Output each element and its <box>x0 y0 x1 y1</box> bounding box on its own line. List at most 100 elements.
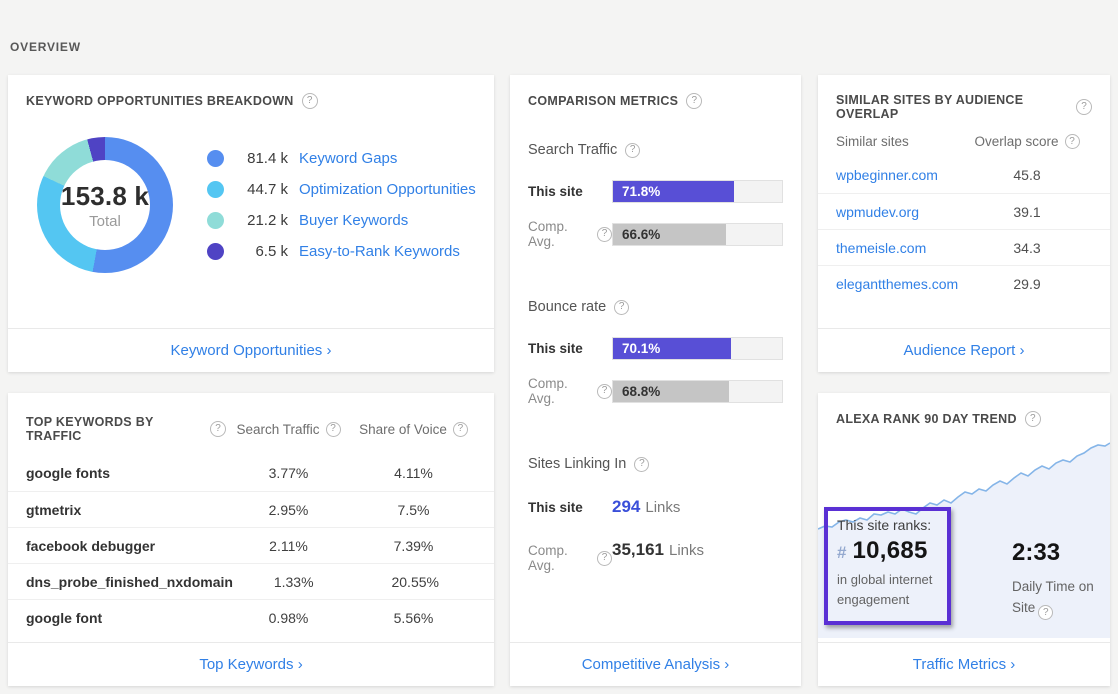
card-title: ALEXA RANK 90 DAY TREND <box>836 412 1017 426</box>
this-site-bar: 70.1% <box>613 338 731 359</box>
help-icon[interactable]: ? <box>1065 134 1080 149</box>
this-site-bar: 71.8% <box>613 181 734 202</box>
bar-row-this-site: This site 71.8% <box>510 180 801 203</box>
keyword-opportunities-link[interactable]: Keyword Opportunities › <box>171 342 332 359</box>
links-row-label: Comp. Avg. ? <box>528 543 612 573</box>
legend-value: 6.5 k <box>238 243 288 260</box>
this-site-links-value[interactable]: 294 <box>612 497 640 517</box>
keyword-name: dns_probe_finished_nxdomain <box>26 574 233 590</box>
metric-label-sites-linking-in: Sites Linking In ? <box>510 456 801 472</box>
comp-avg-links-value: 35,161 <box>612 540 664 560</box>
column-header-overlap-score: Overlap score ? <box>962 134 1092 149</box>
overlap-score: 29.9 <box>962 276 1092 292</box>
help-icon[interactable]: ? <box>634 457 649 472</box>
legend-dot-icon <box>207 181 224 198</box>
help-icon[interactable]: ? <box>326 422 341 437</box>
help-icon[interactable]: ? <box>686 93 702 109</box>
bar-track: 71.8% <box>612 180 783 203</box>
help-icon[interactable]: ? <box>597 384 612 399</box>
rank-label: This site ranks: <box>837 517 938 533</box>
donut-total-value: 153.8 k <box>61 181 149 212</box>
table-row: google font 0.98% 5.56% <box>8 599 494 635</box>
share-of-voice-value: 4.11% <box>351 465 476 481</box>
donut-total-label: Total <box>89 213 121 230</box>
help-icon[interactable]: ? <box>453 422 468 437</box>
links-row-this-site: This site 294 Links <box>510 497 801 517</box>
table-row: google fonts 3.77% 4.11% <box>8 455 494 491</box>
legend-value: 21.2 k <box>238 212 288 229</box>
comparison-metrics-card: COMPARISON METRICS ? Search Traffic ? Th… <box>510 75 801 686</box>
table-row: themeisle.com 34.3 <box>818 229 1110 265</box>
donut-legend: 81.4 k Keyword Gaps 44.7 k Optimization … <box>207 150 476 273</box>
rank-subtext: in global internet engagement <box>837 570 938 610</box>
share-of-voice-value: 7.5% <box>351 502 476 518</box>
legend-dot-icon <box>207 150 224 167</box>
daily-time-block: 2:33 Daily Time on Site? <box>1012 539 1117 620</box>
table-row: wpmudev.org 39.1 <box>818 193 1110 229</box>
competitive-analysis-link[interactable]: Competitive Analysis › <box>582 656 730 673</box>
card-title: SIMILAR SITES BY AUDIENCE OVERLAP <box>836 93 1068 121</box>
table-row: gtmetrix 2.95% 7.5% <box>8 491 494 527</box>
daily-time-label: Daily Time on Site? <box>1012 577 1117 620</box>
daily-time-value: 2:33 <box>1012 539 1117 567</box>
bar-row-label: Comp. Avg. ? <box>528 219 612 249</box>
comp-avg-bar: 66.6% <box>613 224 726 245</box>
alexa-rank-card: ALEXA RANK 90 DAY TREND ? This site rank… <box>818 393 1110 686</box>
help-icon[interactable]: ? <box>302 93 318 109</box>
legend-link-buyer-keywords[interactable]: Buyer Keywords <box>299 212 408 229</box>
traffic-metrics-link[interactable]: Traffic Metrics › <box>913 656 1016 673</box>
help-icon[interactable]: ? <box>210 421 226 437</box>
top-keywords-card: TOP KEYWORDS BY TRAFFIC ? Search Traffic… <box>8 393 494 686</box>
site-link[interactable]: elegantthemes.com <box>836 276 962 292</box>
top-keywords-link[interactable]: Top Keywords › <box>199 656 302 673</box>
legend-item: 21.2 k Buyer Keywords <box>207 212 476 229</box>
audience-report-link[interactable]: Audience Report › <box>904 342 1025 359</box>
site-link[interactable]: wpbeginner.com <box>836 167 962 183</box>
donut-center: 153.8 k Total <box>60 160 150 250</box>
links-row-label: This site <box>528 500 612 515</box>
card-title: COMPARISON METRICS <box>528 94 678 108</box>
card-title: TOP KEYWORDS BY TRAFFIC <box>26 415 202 443</box>
table-row: elegantthemes.com 29.9 <box>818 265 1110 301</box>
overlap-score: 39.1 <box>962 204 1092 220</box>
help-icon[interactable]: ? <box>625 143 640 158</box>
legend-link-keyword-gaps[interactable]: Keyword Gaps <box>299 150 397 167</box>
column-header-share-of-voice: Share of Voice ? <box>351 422 476 437</box>
search-traffic-value: 1.33% <box>233 574 355 590</box>
bar-row-label: Comp. Avg. ? <box>528 376 612 406</box>
legend-link-easy-to-rank-keywords[interactable]: Easy-to-Rank Keywords <box>299 243 460 260</box>
table-row: wpbeginner.com 45.8 <box>818 157 1110 193</box>
legend-item: 81.4 k Keyword Gaps <box>207 150 476 167</box>
keyword-opportunities-card: KEYWORD OPPORTUNITIES BREAKDOWN ? 153.8 … <box>8 75 494 372</box>
legend-value: 81.4 k <box>238 150 288 167</box>
metric-label-search-traffic: Search Traffic ? <box>510 142 801 158</box>
links-unit: Links <box>669 542 704 559</box>
search-traffic-value: 2.95% <box>226 502 351 518</box>
bar-track: 66.6% <box>612 223 783 246</box>
legend-dot-icon <box>207 212 224 229</box>
share-of-voice-value: 20.55% <box>354 574 476 590</box>
rank-value: 10,685 <box>852 537 927 565</box>
keyword-name: google font <box>26 610 226 626</box>
help-icon[interactable]: ? <box>1076 99 1092 115</box>
help-icon[interactable]: ? <box>1038 605 1053 620</box>
site-link[interactable]: themeisle.com <box>836 240 962 256</box>
rank-highlight-box: This site ranks: # 10,685 in global inte… <box>824 507 951 625</box>
table-row: dns_probe_finished_nxdomain 1.33% 20.55% <box>8 563 494 599</box>
help-icon[interactable]: ? <box>597 551 612 566</box>
legend-item: 6.5 k Easy-to-Rank Keywords <box>207 243 476 260</box>
table-row: facebook debugger 2.11% 7.39% <box>8 527 494 563</box>
keyword-name: google fonts <box>26 465 226 481</box>
legend-link-optimization-opportunities[interactable]: Optimization Opportunities <box>299 181 476 198</box>
bar-row-comp-avg: Comp. Avg. ? 66.6% <box>510 219 801 249</box>
help-icon[interactable]: ? <box>614 300 629 315</box>
site-link[interactable]: wpmudev.org <box>836 204 962 220</box>
help-icon[interactable]: ? <box>597 227 612 242</box>
help-icon[interactable]: ? <box>1025 411 1041 427</box>
bar-track: 68.8% <box>612 380 783 403</box>
legend-value: 44.7 k <box>238 181 288 198</box>
hash-icon: # <box>837 543 846 563</box>
bar-row-this-site: This site 70.1% <box>510 337 801 360</box>
links-row-comp-avg: Comp. Avg. ? 35,161 Links <box>510 540 801 573</box>
legend-dot-icon <box>207 243 224 260</box>
